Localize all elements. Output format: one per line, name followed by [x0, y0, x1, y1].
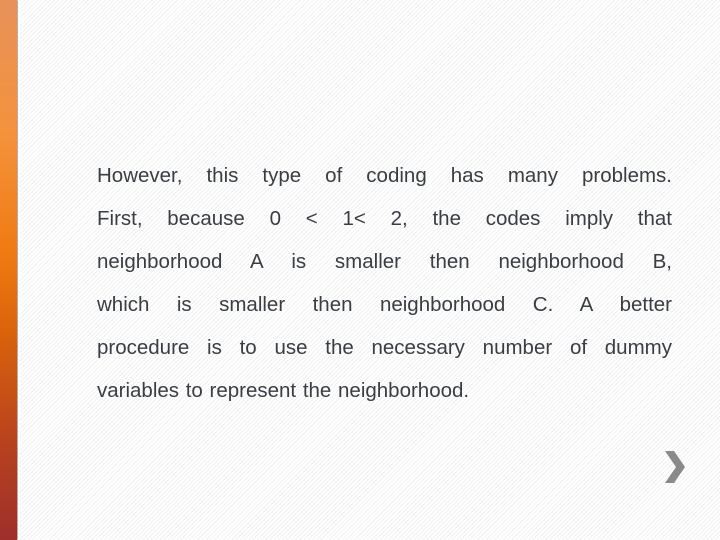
- body-line: which is smaller then neighborhood C. A …: [97, 293, 672, 316]
- slide-body-text: However, this type of coding has many pr…: [97, 154, 672, 412]
- chevron-right-icon: [665, 451, 685, 483]
- side-bar-divider: [18, 0, 20, 540]
- body-line: However, this type of coding has many pr…: [97, 164, 672, 187]
- body-line: procedure is to use the necessary number…: [97, 336, 672, 359]
- accent-side-bar: [0, 0, 17, 540]
- body-line: First, because 0 < 1< 2, the codes imply…: [97, 207, 672, 230]
- body-line: neighborhood A is smaller then neighborh…: [97, 250, 672, 273]
- body-line: variables to represent the neighborhood.: [97, 379, 470, 402]
- next-slide-button[interactable]: [662, 449, 688, 485]
